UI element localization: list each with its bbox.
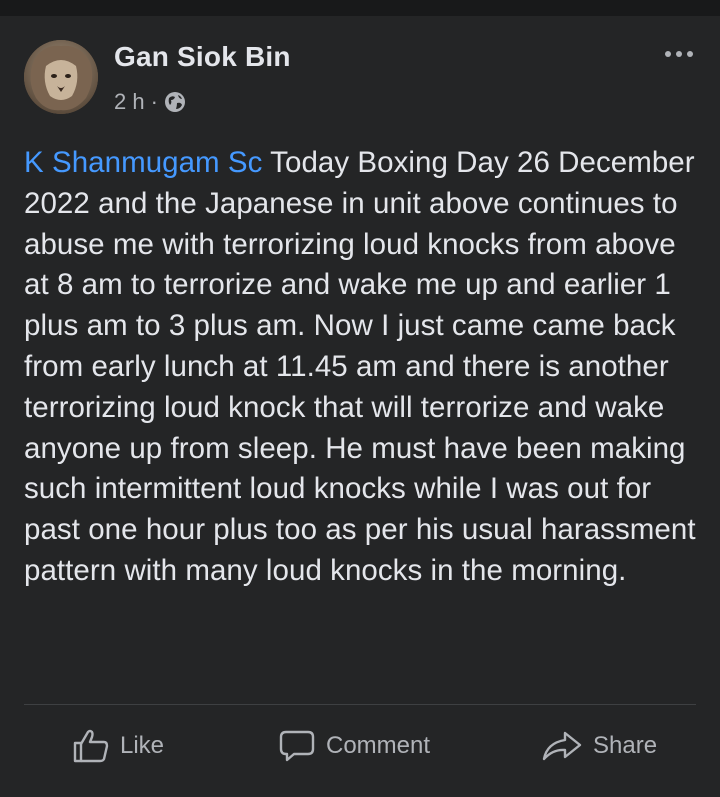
post-body: Today Boxing Day 26 December 2022 and th… <box>24 146 696 587</box>
meta-separator: · <box>150 89 158 114</box>
post-text: K Shanmugam Sc Today Boxing Day 26 Decem… <box>24 143 704 592</box>
comment-bubble-icon <box>279 730 315 762</box>
action-bar: Like Comment Share <box>0 716 720 776</box>
like-button[interactable]: Like <box>72 726 164 766</box>
post-card: Gan Siok Bin 2 h · K Shanmugam Sc Today … <box>0 0 720 797</box>
post-meta: 2 h · <box>114 89 186 115</box>
dot-3 <box>687 51 693 57</box>
thumbs-up-icon <box>73 729 109 763</box>
comment-button[interactable]: Comment <box>278 726 430 766</box>
mention-link[interactable]: K Shanmugam Sc <box>24 146 262 179</box>
dot-1 <box>665 51 671 57</box>
more-options-icon[interactable] <box>665 46 701 62</box>
share-button[interactable]: Share <box>541 726 657 766</box>
share-arrow-icon <box>542 731 582 761</box>
post-time[interactable]: 2 h <box>114 89 145 115</box>
dot-2 <box>676 51 682 57</box>
avatar[interactable] <box>24 40 98 114</box>
author-name[interactable]: Gan Siok Bin <box>114 41 291 73</box>
card-top-edge <box>0 0 720 16</box>
share-label: Share <box>593 732 658 759</box>
lion-avatar-image <box>24 40 98 114</box>
comment-label: Comment <box>326 732 431 759</box>
divider <box>24 704 696 705</box>
like-label: Like <box>120 732 165 759</box>
globe-icon[interactable] <box>164 91 186 113</box>
